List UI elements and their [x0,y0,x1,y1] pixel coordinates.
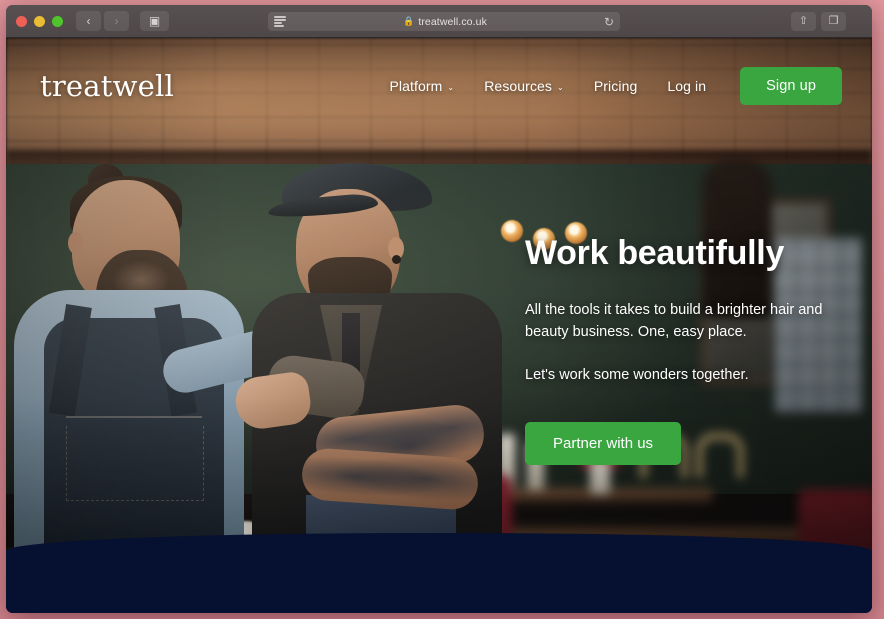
hero-paragraph-1: All the tools it takes to build a bright… [525,302,823,341]
partner-with-us-button[interactable]: Partner with us [525,422,682,466]
url-text-container: 🔒 treatwell.co.uk [286,16,604,28]
hero-copy-block: Work beautifully All the tools it takes … [525,234,855,466]
desktop-backdrop: ‹ › ▣ 🔒 treatwell.co.uk ↻ ⇧ ❐ + [0,0,884,619]
back-button[interactable]: ‹ [76,11,101,31]
nav-item-login[interactable]: Log in [667,78,706,94]
nav-label-platform: Platform [389,78,443,94]
hero-paragraph-2: Let's work some wonders together. [525,366,749,383]
tabs-overview-icon[interactable]: ❐ [821,12,846,31]
light-bulb-icon [501,220,523,242]
browser-toolbar: ‹ › ▣ 🔒 treatwell.co.uk ↻ ⇧ ❐ + [6,5,872,38]
nav-item-pricing[interactable]: Pricing [594,78,638,94]
nav-label-resources: Resources [484,78,553,94]
nav-label-pricing: Pricing [593,78,638,94]
nav-label-login: Log in [667,78,707,94]
navigation-buttons: ‹ › [76,11,129,31]
address-bar[interactable]: 🔒 treatwell.co.uk ↻ [268,12,620,31]
reader-view-icon[interactable] [274,16,286,27]
lock-icon: 🔒 [403,16,415,26]
main-navigation: Platform ⌄ Resources ⌄ Pricing Log in Si… [389,67,842,105]
nav-item-resources[interactable]: Resources ⌄ [484,78,564,94]
page-viewport: treatwell Platform ⌄ Resources ⌄ Pricing [6,38,872,613]
navy-section [6,533,872,613]
site-header: treatwell Platform ⌄ Resources ⌄ Pricing [6,38,872,134]
window-controls[interactable] [16,15,63,27]
browser-window: ‹ › ▣ 🔒 treatwell.co.uk ↻ ⇧ ❐ + [6,5,872,613]
ear [68,232,83,254]
sidebar-toggle-button[interactable]: ▣ [140,11,169,31]
apron-stitch [66,416,202,418]
url-text: treatwell.co.uk [418,15,487,28]
hero-headline: Work beautifully [525,234,785,272]
share-icon[interactable]: ⇧ [791,12,816,31]
treatwell-logo[interactable]: treatwell [40,69,174,103]
toolbar-right-group: ⇧ ❐ [791,12,846,31]
nav-item-platform[interactable]: Platform ⌄ [389,78,454,94]
minimize-window-button[interactable] [34,15,45,27]
maximize-window-button[interactable] [52,15,63,27]
sign-up-button[interactable]: Sign up [740,67,842,105]
reload-icon[interactable]: ↻ [604,16,614,28]
forward-button[interactable]: › [104,11,129,31]
apron-pocket [66,426,204,501]
close-window-button[interactable] [16,15,27,27]
ear-plug [392,255,401,264]
chevron-down-icon: ⌄ [447,82,455,92]
chevron-down-icon: ⌄ [557,82,564,92]
